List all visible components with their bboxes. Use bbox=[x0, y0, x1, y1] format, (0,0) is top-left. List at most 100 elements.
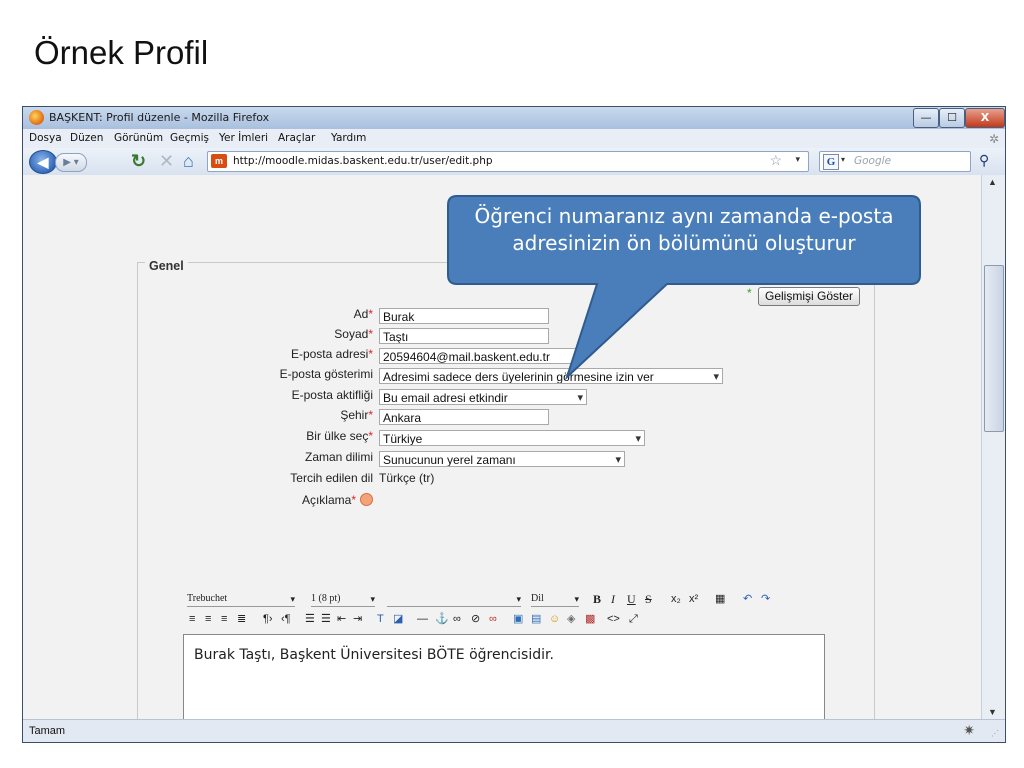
callout-text: Öğrenci numaranız aynı zamanda e-posta a… bbox=[447, 203, 921, 257]
label-city: Şehir* bbox=[340, 408, 373, 422]
city-input[interactable]: Ankara bbox=[379, 409, 549, 425]
search-bar[interactable]: G ▾ Google bbox=[819, 151, 971, 172]
menu-history[interactable]: Geçmiş bbox=[170, 132, 209, 144]
status-text: Tamam bbox=[29, 725, 66, 737]
style-select[interactable] bbox=[387, 592, 521, 607]
stop-icon[interactable]: ✕ bbox=[159, 151, 174, 171]
link-icon[interactable]: ∞ bbox=[453, 612, 461, 626]
align-center-icon[interactable]: ≡ bbox=[205, 612, 211, 626]
horizontal-rule-icon[interactable]: — bbox=[417, 612, 428, 626]
html-source-icon[interactable]: <> bbox=[607, 612, 620, 626]
menu-bar: Dosya Düzen Görünüm Geçmiş Yer İmleri Ar… bbox=[23, 129, 1005, 148]
text-color-icon[interactable]: T bbox=[377, 612, 384, 626]
background-color-icon[interactable]: ◪ bbox=[393, 612, 403, 626]
menu-edit[interactable]: Düzen bbox=[70, 132, 103, 144]
label-ad: Ad* bbox=[353, 307, 373, 321]
address-bar[interactable]: m http://moodle.midas.baskent.edu.tr/use… bbox=[207, 151, 809, 172]
callout-tooltip: Öğrenci numaranız aynı zamanda e-posta a… bbox=[447, 195, 921, 381]
menu-tools[interactable]: Araçlar bbox=[278, 132, 315, 144]
bookmark-star-icon[interactable]: ☆ bbox=[769, 152, 782, 169]
forward-button[interactable]: ▶ ▾ bbox=[55, 153, 87, 172]
timezone-select[interactable]: Sunucunun yerel zamanı bbox=[379, 451, 625, 467]
site-favicon-icon: m bbox=[211, 154, 227, 168]
throbber-icon: ✲ bbox=[988, 132, 999, 146]
unlink-icon[interactable]: ⊘ bbox=[471, 612, 480, 626]
label-country: Bir ülke seç* bbox=[306, 429, 373, 443]
engine-dropdown-icon[interactable]: ▾ bbox=[841, 155, 845, 164]
label-email-display: E-posta gösterimi bbox=[279, 367, 373, 381]
size-select[interactable]: 1 (8 pt) bbox=[311, 592, 375, 607]
smiley-icon[interactable]: ☺ bbox=[549, 612, 560, 626]
vertical-scrollbar[interactable]: ▲ ▼ bbox=[981, 175, 1005, 719]
unordered-list-icon[interactable]: ☰ bbox=[321, 612, 331, 626]
google-engine-icon[interactable]: G bbox=[823, 154, 839, 170]
indent-icon[interactable]: ⇥ bbox=[353, 612, 362, 626]
callout-line-1: Öğrenci numaranız aynı zamanda e-posta bbox=[474, 204, 894, 228]
menu-view[interactable]: Görünüm bbox=[114, 132, 163, 144]
language-value: Türkçe (tr) bbox=[379, 471, 435, 485]
search-replace-icon[interactable]: ▩ bbox=[585, 612, 595, 626]
help-icon[interactable] bbox=[360, 493, 373, 507]
label-description: Açıklama* bbox=[173, 493, 373, 507]
section-title: Genel bbox=[145, 259, 188, 273]
firefox-icon bbox=[29, 110, 44, 125]
country-select[interactable]: Türkiye bbox=[379, 430, 645, 446]
search-placeholder[interactable]: Google bbox=[854, 155, 891, 167]
label-email-active: E-posta aktifliği bbox=[291, 388, 373, 402]
window-title: BAŞKENT: Profil düzenle - Mozilla Firefo… bbox=[49, 111, 270, 124]
redo-icon[interactable]: ↷ bbox=[761, 592, 770, 606]
slide-title: Örnek Profil bbox=[34, 34, 209, 71]
navigation-toolbar: ◀ ▶ ▾ ↻ ✕ ⌂ m http://moodle.midas.basken… bbox=[23, 148, 1005, 175]
menu-bookmarks[interactable]: Yer İmleri bbox=[219, 132, 268, 144]
ordered-list-icon[interactable]: ☰ bbox=[305, 612, 315, 626]
menu-help[interactable]: Yardım bbox=[331, 132, 366, 144]
search-icon[interactable]: ⚲ bbox=[979, 152, 989, 169]
callout-line-2: adresinizin ön bölümünü oluşturur bbox=[512, 231, 856, 255]
rtl-icon[interactable]: ‹¶ bbox=[281, 612, 291, 626]
minimize-button[interactable]: — bbox=[913, 108, 939, 128]
insert-image-icon[interactable]: ▣ bbox=[513, 612, 523, 626]
label-email: E-posta adresi* bbox=[290, 347, 373, 361]
undo-icon[interactable]: ↶ bbox=[743, 592, 752, 606]
label-timezone: Zaman dilimi bbox=[304, 450, 373, 464]
superscript-icon[interactable]: x² bbox=[689, 592, 698, 606]
bold-icon[interactable]: B bbox=[593, 592, 601, 606]
home-icon[interactable]: ⌂ bbox=[183, 151, 194, 171]
resize-grip-icon[interactable]: ⋰ bbox=[991, 729, 999, 738]
language-select[interactable]: Dil bbox=[531, 592, 579, 607]
scroll-down-icon[interactable]: ▼ bbox=[988, 707, 997, 717]
close-button[interactable]: X bbox=[965, 108, 1005, 128]
editor-content[interactable]: Burak Taştı, Başkent Üniversitesi BÖTE ö… bbox=[194, 647, 554, 663]
firebug-icon[interactable]: ✷ bbox=[963, 722, 975, 739]
editor-text-area[interactable]: Burak Taştı, Başkent Üniversitesi BÖTE ö… bbox=[183, 634, 825, 719]
font-select[interactable]: Trebuchet bbox=[187, 592, 295, 607]
anchor-icon[interactable]: ⚓ bbox=[435, 612, 449, 626]
insert-table-icon[interactable]: ▤ bbox=[531, 612, 541, 626]
menu-file[interactable]: Dosya bbox=[29, 132, 62, 144]
label-language: Tercih edilen dil bbox=[290, 471, 373, 485]
maximize-button[interactable]: ☐ bbox=[939, 108, 965, 128]
scroll-up-icon[interactable]: ▲ bbox=[988, 177, 997, 187]
nolink-icon[interactable]: ∞ bbox=[489, 612, 497, 626]
fullscreen-icon[interactable]: ⤢ bbox=[629, 612, 638, 626]
history-dropdown-icon[interactable]: ▾ bbox=[795, 154, 800, 165]
justify-icon[interactable]: ≣ bbox=[237, 612, 246, 626]
underline-icon[interactable]: U bbox=[627, 592, 636, 606]
reload-icon[interactable]: ↻ bbox=[131, 151, 146, 171]
scroll-thumb[interactable] bbox=[984, 265, 1004, 432]
outdent-icon[interactable]: ⇤ bbox=[337, 612, 346, 626]
align-right-icon[interactable]: ≡ bbox=[221, 612, 227, 626]
status-bar: Tamam ✷ ⋰ bbox=[23, 719, 1005, 742]
window-titlebar[interactable]: BAŞKENT: Profil düzenle - Mozilla Firefo… bbox=[23, 107, 1005, 129]
special-char-icon[interactable]: ◈ bbox=[567, 612, 575, 626]
back-button[interactable]: ◀ bbox=[29, 150, 57, 174]
url-text[interactable]: http://moodle.midas.baskent.edu.tr/user/… bbox=[233, 155, 493, 167]
html-editor: Trebuchet 1 (8 pt) Dil B I U S x₂ x² ▦ ↶… bbox=[183, 590, 825, 719]
clean-word-icon[interactable]: ▦ bbox=[715, 592, 725, 606]
italic-icon[interactable]: I bbox=[611, 592, 615, 606]
strikethrough-icon[interactable]: S bbox=[645, 592, 652, 606]
align-left-icon[interactable]: ≡ bbox=[189, 612, 195, 626]
label-soyad: Soyad* bbox=[334, 327, 373, 341]
subscript-icon[interactable]: x₂ bbox=[671, 592, 681, 606]
ltr-icon[interactable]: ¶› bbox=[263, 612, 273, 626]
